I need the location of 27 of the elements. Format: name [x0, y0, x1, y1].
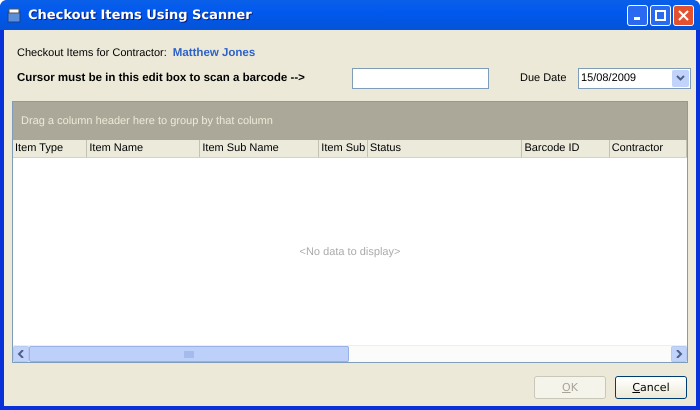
barcode-input-field[interactable]: [352, 68, 489, 88]
contractor-name: Matthew Jones: [172, 47, 256, 59]
contractor-label: Checkout Items for Contractor:: [17, 47, 167, 59]
group-by-hint: Drag a column header here to group by that column: [21, 115, 273, 127]
cancel-button[interactable]: Cancel: [615, 376, 687, 399]
column-header[interactable]: Item Sub Name: [200, 140, 320, 157]
horizontal-scrollbar[interactable]: [13, 345, 687, 362]
maximize-button[interactable]: [650, 4, 671, 26]
empty-grid-message: <No data to display>: [300, 246, 400, 258]
column-header[interactable]: Status: [368, 140, 522, 157]
close-button[interactable]: [673, 4, 694, 26]
scroll-thumb[interactable]: [29, 346, 349, 362]
minimize-button[interactable]: [627, 4, 648, 26]
due-date-label: Due Date: [520, 72, 568, 84]
window-title: Checkout Items Using Scanner: [28, 8, 253, 22]
column-header[interactable]: Barcode ID: [522, 140, 610, 157]
scroll-right-icon[interactable]: [671, 346, 687, 362]
scan-instruction: Cursor must be in this edit box to scan a barcode -->: [17, 72, 306, 84]
column-header[interactable]: Item Sub: [319, 140, 368, 157]
close-icon[interactable]: [678, 10, 689, 20]
column-header[interactable]: Item Name: [87, 140, 200, 157]
maximize-icon[interactable]: [655, 10, 666, 20]
app-icon: [6, 7, 22, 23]
column-header[interactable]: Item Type: [13, 140, 88, 157]
column-header[interactable]: Contractor: [610, 140, 688, 157]
scroll-left-icon[interactable]: [13, 346, 29, 362]
due-date-dropdown[interactable]: 15/08/2009: [578, 68, 691, 88]
